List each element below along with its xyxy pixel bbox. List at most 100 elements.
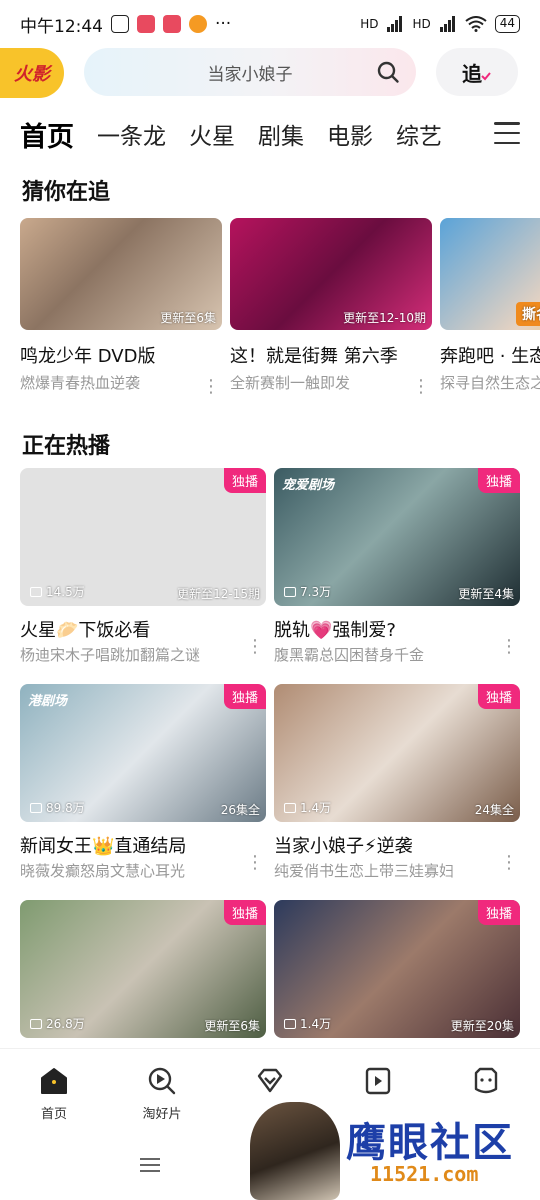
view-count: 26.8万 <box>30 1015 85 1032</box>
more-options-icon[interactable]: ⋮ <box>500 854 518 872</box>
exclusive-badge: 独播 <box>477 900 520 925</box>
card-title: 火星🥟下饭必看 <box>20 620 151 641</box>
poster-image: 独播 1.4万 24集全 <box>274 684 520 822</box>
card-title: 脱轨💗强制爱? <box>274 620 396 641</box>
status-time: 中午12:44 <box>20 16 103 37</box>
nav-discover[interactable]: 淘好片 <box>117 1065 207 1122</box>
watermark-text: 鹰眼社区 <box>346 1119 514 1166</box>
heart-check-icon <box>481 72 491 81</box>
more-options-icon[interactable]: ⋮ <box>202 378 220 396</box>
notification-app-icon <box>137 15 155 33</box>
hot-card[interactable]: 独播 1.4万 24集全 当家小娘子⚡逆袭 纯爱俏书生恋上带三娃寡妇 ⋮ <box>274 684 520 900</box>
menu-icon[interactable] <box>494 122 520 144</box>
poster-image: 宠爱剧场 独播 7.3万 更新至4集 <box>274 468 520 606</box>
notification-app-icon <box>163 15 181 33</box>
section-title-hot: 正在热播 <box>22 434 111 459</box>
nav-vip[interactable] <box>225 1065 315 1103</box>
episode-label: 撕名牌 <box>516 302 540 326</box>
card-subtitle: 全新赛制一触即发 <box>230 374 351 392</box>
card-title: 鸣龙少年 DVD版 <box>20 346 156 367</box>
view-count: 1.4万 <box>284 799 331 816</box>
network-label: HD <box>360 17 379 31</box>
tab-yitiaolong[interactable]: 一条龙 <box>97 117 166 151</box>
poster-image: 港剧场 独播 89.8万 26集全 <box>20 684 266 822</box>
poster-image: 独播 26.8万 更新至6集 <box>20 900 266 1038</box>
episode-label: 更新至12-15期 <box>177 587 260 601</box>
app-logo[interactable]: 火影 <box>0 48 64 98</box>
nav-home[interactable]: 首页 <box>9 1065 99 1122</box>
play-count-icon <box>284 802 296 813</box>
nav-profile[interactable] <box>441 1065 531 1103</box>
poster-image: 独播 14.5万 更新至12-15期 <box>20 468 266 606</box>
more-options-icon[interactable]: ⋮ <box>500 638 518 656</box>
network-label: HD <box>412 17 431 31</box>
nav-short-video[interactable] <box>333 1065 423 1103</box>
tab-movies[interactable]: 电影 <box>327 117 373 151</box>
card-title: 新闻女王👑直通结局 <box>20 836 187 857</box>
play-count-icon <box>30 586 42 597</box>
continue-watching-row: 更新至6集 鸣龙少年 DVD版 燃爆青春热血逆袭 ⋮ 更新至12-10期 这！就… <box>20 218 540 398</box>
more-options-icon[interactable]: ⋮ <box>246 638 264 656</box>
more-options-icon[interactable]: ⋮ <box>246 854 264 872</box>
category-tabs: 首页 一条龙 火星 剧集 电影 综艺 <box>20 112 520 156</box>
exclusive-badge: 独播 <box>477 468 520 493</box>
signal-icon <box>387 16 403 32</box>
episode-label: 24集全 <box>474 803 514 817</box>
app-header: 火影 当家小娘子 追 <box>0 46 540 100</box>
view-count: 1.4万 <box>284 1015 331 1032</box>
card-subtitle: 燃爆青春热血逆袭 <box>20 374 141 392</box>
episode-label: 26集全 <box>220 803 260 817</box>
tab-series[interactable]: 剧集 <box>258 117 304 151</box>
system-menu-button[interactable] <box>140 1158 160 1172</box>
exclusive-badge: 独播 <box>223 684 266 709</box>
wifi-icon <box>465 16 487 32</box>
card-subtitle: 腹黑霸总囚困替身千金 <box>274 646 425 664</box>
continue-card[interactable]: 更新至12-10期 这！就是街舞 第六季 全新赛制一触即发 ⋮ <box>230 218 432 398</box>
tab-variety[interactable]: 综艺 <box>396 117 442 151</box>
search-placeholder: 当家小娘子 <box>207 64 293 85</box>
mute-icon <box>111 15 129 33</box>
continue-card[interactable]: 撕名牌 奔跑吧 · 生态 探寻自然生态之 <box>440 218 540 398</box>
play-count-icon <box>30 1018 42 1029</box>
poster-logo: 港剧场 <box>28 694 68 709</box>
discover-icon <box>148 1067 176 1095</box>
play-count-icon <box>30 802 42 813</box>
episode-label: 更新至4集 <box>458 587 514 601</box>
search-bar[interactable]: 当家小娘子 <box>84 48 416 96</box>
short-video-icon <box>365 1067 391 1095</box>
continue-card[interactable]: 更新至6集 鸣龙少年 DVD版 燃爆青春热血逆袭 ⋮ <box>20 218 222 398</box>
exclusive-badge: 独播 <box>223 468 266 493</box>
eagle-watermark-image <box>250 1102 340 1200</box>
card-subtitle: 杨迪宋木子唱跳加翻篇之谜 <box>20 646 201 664</box>
status-bar: 中午12:44 ··· HD HD 44 <box>0 0 540 48</box>
nav-label: 首页 <box>40 1107 67 1122</box>
episode-label: 更新至6集 <box>204 1019 260 1033</box>
hot-grid: 独播 14.5万 更新至12-15期 火星🥟下饭必看 杨迪宋木子唱跳加翻篇之谜 … <box>20 468 520 1116</box>
notification-app-icon <box>189 15 207 33</box>
profile-icon <box>474 1067 498 1094</box>
poster-image: 独播 1.4万 更新至20集 <box>274 900 520 1038</box>
search-icon[interactable] <box>376 60 400 84</box>
watermark-url: 11521.com <box>370 1162 479 1186</box>
hot-card[interactable]: 港剧场 独播 89.8万 26集全 新闻女王👑直通结局 晓薇发癫怒扇文慧心耳光 … <box>20 684 266 900</box>
card-subtitle: 探寻自然生态之 <box>440 374 540 392</box>
card-title: 当家小娘子⚡逆袭 <box>274 836 413 857</box>
episode-label: 更新至12-10期 <box>343 311 426 325</box>
home-icon <box>41 1068 67 1094</box>
view-count: 14.5万 <box>30 583 85 600</box>
section-title-continue-watching: 猜你在追 <box>22 180 111 205</box>
signal-icon <box>439 16 455 32</box>
more-options-icon[interactable]: ⋮ <box>412 378 430 396</box>
episode-label: 更新至20集 <box>450 1019 514 1033</box>
poster-image: 更新至12-10期 <box>230 218 432 330</box>
card-title: 这！就是街舞 第六季 <box>230 346 398 367</box>
exclusive-badge: 独播 <box>477 684 520 709</box>
follow-button[interactable]: 追 <box>436 48 518 96</box>
tab-mars[interactable]: 火星 <box>189 117 235 151</box>
tab-home[interactable]: 首页 <box>20 115 74 154</box>
card-subtitle: 纯爱俏书生恋上带三娃寡妇 <box>274 862 455 880</box>
poster-logo: 宠爱剧场 <box>282 478 335 493</box>
hot-card[interactable]: 宠爱剧场 独播 7.3万 更新至4集 脱轨💗强制爱? 腹黑霸总囚困替身千金 ⋮ <box>274 468 520 684</box>
more-notifications-icon: ··· <box>215 14 232 34</box>
hot-card[interactable]: 独播 14.5万 更新至12-15期 火星🥟下饭必看 杨迪宋木子唱跳加翻篇之谜 … <box>20 468 266 684</box>
